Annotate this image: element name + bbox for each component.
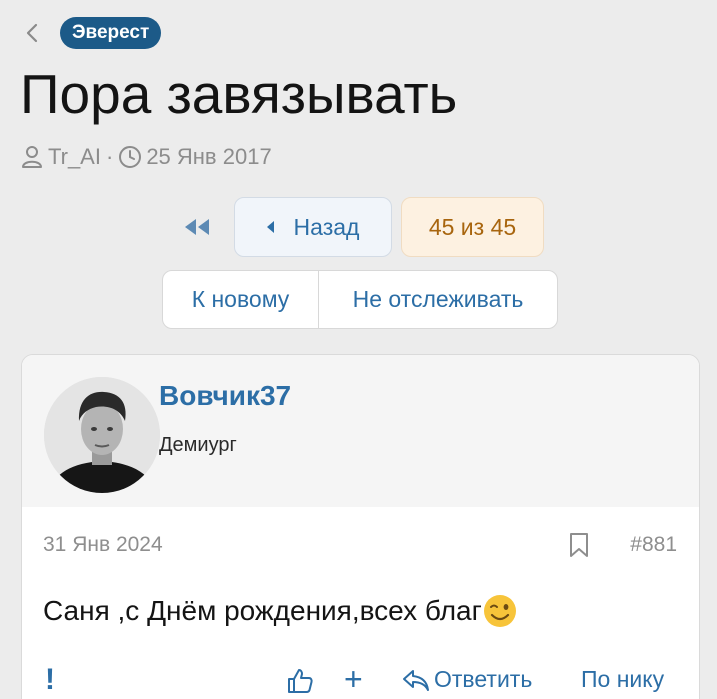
post-date[interactable]: 31 Янв 2024 xyxy=(43,533,163,557)
pagination: Назад 45 из 45 xyxy=(0,197,717,257)
avatar[interactable] xyxy=(44,377,160,493)
page-title: Пора завязывать xyxy=(20,63,458,125)
thumbs-up-icon[interactable] xyxy=(286,667,314,695)
thread-meta: Tr_AI · 25 Янв 2017 xyxy=(20,143,272,171)
prev-page-label: Назад xyxy=(293,213,360,240)
thread-author[interactable]: Tr_AI xyxy=(48,144,101,170)
top-bar: Эверест xyxy=(20,16,162,50)
reply-label: Ответить xyxy=(434,666,533,692)
post-footer: ! + Ответить По нику xyxy=(22,661,699,699)
post-number[interactable]: #881 xyxy=(630,533,677,557)
plus-button[interactable]: + xyxy=(344,661,363,698)
caret-left-icon xyxy=(266,221,274,233)
prev-page-button[interactable]: Назад xyxy=(234,197,392,257)
thread-actions: К новому Не отслеживать xyxy=(162,270,558,329)
clock-icon xyxy=(118,145,142,169)
post-user-role: Демиург xyxy=(159,434,237,456)
meta-separator: · xyxy=(105,144,114,169)
post-card: Вовчик37 Демиург 31 Янв 2024 #881 Саня ,… xyxy=(21,354,700,699)
page-counter[interactable]: 45 из 45 xyxy=(401,197,544,257)
chevron-left-icon[interactable] xyxy=(20,16,44,50)
post-body: Саня ,с Днём рождения,всех благ xyxy=(43,594,517,628)
winking-face-emoji xyxy=(483,594,517,628)
unwatch-button[interactable]: Не отслеживать xyxy=(319,271,557,328)
report-button[interactable]: ! xyxy=(40,663,60,697)
double-chevron-left-icon[interactable] xyxy=(181,214,213,240)
to-new-button[interactable]: К новому xyxy=(163,271,319,328)
breadcrumb-forum[interactable]: Эверест xyxy=(60,17,162,49)
post-text: Саня ,с Днём рождения,всех благ xyxy=(43,595,482,626)
post-header: Вовчик37 Демиург xyxy=(22,355,699,507)
bookmark-icon[interactable] xyxy=(568,532,592,558)
post-username[interactable]: Вовчик37 xyxy=(159,380,291,412)
thread-date: 25 Янв 2017 xyxy=(146,144,272,169)
user-icon xyxy=(20,145,44,169)
reply-icon xyxy=(403,669,429,691)
quote-by-nick-button[interactable]: По нику xyxy=(581,666,664,693)
reply-button[interactable]: Ответить xyxy=(402,666,532,693)
